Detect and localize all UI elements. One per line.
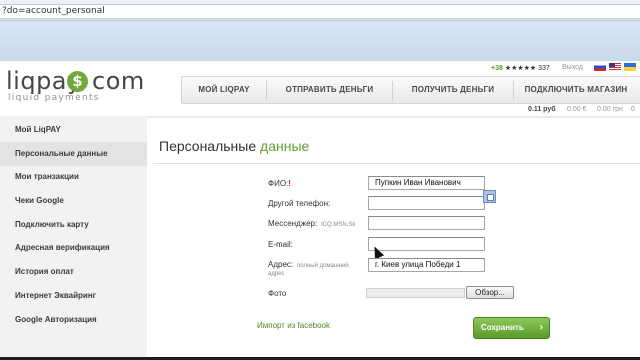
phone-label: Другой телефон: <box>268 199 331 208</box>
fio-label-text: ФИО: <box>268 179 289 188</box>
sidebar-item-address-verification[interactable]: Адресная верификация <box>0 236 147 260</box>
title-divider <box>153 163 640 164</box>
sidebar-item-personal-data[interactable]: Персональные данные <box>0 142 147 166</box>
messenger-hint: ICQ,MSN,Sk <box>321 222 356 228</box>
photo-label: Фото <box>268 289 287 298</box>
address-hint-line2: адрес <box>268 271 285 277</box>
logo-text-right: com <box>92 67 145 95</box>
fio-label: ФИО:! <box>268 179 291 188</box>
balance-rub: 0.11 руб <box>528 106 556 113</box>
flag-ru-icon[interactable] <box>594 63 606 71</box>
balance-eur: 0.00 € <box>567 106 587 113</box>
required-mark: ! <box>288 179 291 188</box>
page-title-accent: данные <box>260 138 310 154</box>
sidebar-item-google-auth[interactable]: Google Авторизация <box>0 308 147 332</box>
main-content: Персональные данные ФИО:! Пупкин Иван Ив… <box>147 116 640 360</box>
sidebar-item-payment-history[interactable]: История оплат <box>0 260 147 284</box>
facebook-import-link[interactable]: Импорт из facebook <box>257 321 330 330</box>
browser-toolbar <box>0 21 640 62</box>
browse-button[interactable]: Обзор... <box>466 286 514 299</box>
main-nav: МОЙ LIQPAY ОТПРАВИТЬ ДЕНЬГИ ПОЛУЧИТЬ ДЕН… <box>181 76 640 104</box>
nav-connect-shop[interactable]: ПОДКЛЮЧИТЬ МАГАЗИН <box>514 77 638 103</box>
logout-link[interactable]: Выход <box>562 64 583 71</box>
photo-file-field[interactable] <box>366 288 465 298</box>
phone-masked: ★★★★★ 337 <box>504 65 550 72</box>
phone-prefix: +38 <box>491 65 503 72</box>
nav-receive-money[interactable]: ПОЛУЧИТЬ ДЕНЬГИ <box>393 77 513 103</box>
address-label: Адрес: <box>268 260 294 269</box>
contact-picker-icon[interactable] <box>483 190 496 203</box>
sidebar-item-connect-card[interactable]: Подключить карту <box>0 213 147 237</box>
logo-tagline: liquid payments <box>8 93 100 103</box>
phone-input[interactable] <box>368 196 485 210</box>
address-input[interactable]: г. Киев улица Победи 1 <box>368 258 485 272</box>
sidebar: Мой LiqPAY Персональные данные Мои транз… <box>0 116 147 360</box>
sidebar-item-my-liqpay[interactable]: Мой LiqPAY <box>0 118 147 142</box>
page-title-plain: Персональные <box>159 138 257 154</box>
fio-input[interactable]: Пупкин Иван Иванович <box>368 176 485 190</box>
page-title: Персональные данные <box>159 138 309 154</box>
balance-other: 0 <box>631 106 635 113</box>
email-input[interactable] <box>368 237 485 251</box>
sidebar-item-transactions[interactable]: Мои транзакции <box>0 165 147 189</box>
messenger-input[interactable] <box>368 216 485 230</box>
sidebar-item-internet-acquiring[interactable]: Интернет Эквайринг <box>0 284 147 308</box>
balance-uah: 0.00 грн <box>597 106 623 113</box>
coin-icon: $ <box>67 71 88 92</box>
messenger-label: Мессенджер: <box>268 219 318 228</box>
save-button[interactable]: Сохранить › <box>473 317 550 339</box>
flag-en-icon[interactable] <box>609 63 621 71</box>
sidebar-item-google-checks[interactable]: Чеки Google <box>0 189 147 213</box>
email-label: E-mail: <box>268 240 293 249</box>
user-phone: +38 ★★★★★ 337 <box>491 64 550 72</box>
save-button-label: Сохранить <box>481 323 524 332</box>
address-hint-line1: полный домашний <box>297 263 349 269</box>
flag-ua-icon[interactable] <box>624 63 636 71</box>
arrow-right-icon: › <box>539 322 543 333</box>
browser-window: { "browser": { "address_text": "?do=acco… <box>0 0 640 360</box>
address-bar: ?do=account_personal <box>0 0 640 21</box>
content-top-border <box>147 116 640 118</box>
nav-my-liqpay[interactable]: МОЙ LIQPAY <box>182 77 266 103</box>
url-field[interactable]: ?do=account_personal <box>0 4 640 19</box>
site-header: liqpay $ com liquid payments +38 ★★★★★ 3… <box>0 61 640 116</box>
nav-send-money[interactable]: ОТПРАВИТЬ ДЕНЬГИ <box>267 77 392 103</box>
